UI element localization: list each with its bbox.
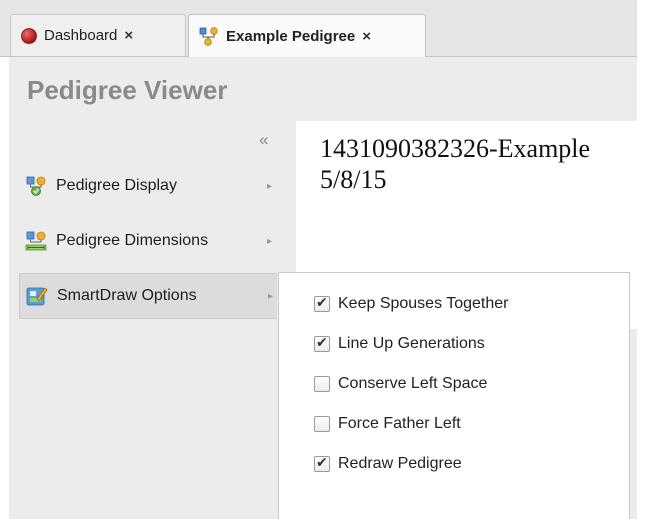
tab-example-pedigree-close-button[interactable]: × [362, 28, 371, 45]
main-area: Pedigree Viewer « Pedigree Display ▸ Ped… [9, 57, 645, 519]
sidebar-item-label: Pedigree Dimensions [56, 232, 209, 249]
sidebar-item-pedigree-display[interactable]: Pedigree Display ▸ [19, 163, 277, 209]
checkbox[interactable] [314, 376, 330, 392]
tab-example-pedigree[interactable]: Example Pedigree × [188, 14, 426, 57]
sidebar-item-pedigree-dimensions[interactable]: Pedigree Dimensions ▸ [19, 218, 277, 264]
smartdraw-options-panel: Keep Spouses Together Line Up Generation… [278, 272, 630, 519]
red-circle-icon [21, 27, 37, 44]
tab-bar: Dashboard × Example Pedigree × [0, 0, 637, 57]
option-label: Redraw Pedigree [338, 455, 462, 472]
option-label: Conserve Left Space [338, 375, 488, 392]
page-title: Pedigree Viewer [27, 75, 228, 105]
checkbox[interactable] [314, 416, 330, 432]
checkbox[interactable] [314, 334, 330, 352]
option-label: Force Father Left [338, 415, 461, 432]
option-line-up-generations[interactable]: Line Up Generations [314, 333, 485, 355]
option-label: Keep Spouses Together [338, 295, 509, 312]
tab-dashboard-close-button[interactable]: × [124, 27, 133, 44]
sidebar-item-label: Pedigree Display [56, 177, 177, 194]
smartdraw-icon [26, 287, 48, 306]
submenu-arrow-icon: ▸ [267, 180, 273, 192]
option-conserve-left-space[interactable]: Conserve Left Space [314, 373, 487, 395]
checkbox[interactable] [314, 294, 330, 312]
submenu-arrow-icon: ▸ [267, 235, 273, 247]
collapse-sidebar-button[interactable]: « [259, 130, 269, 150]
option-keep-spouses-together[interactable]: Keep Spouses Together [314, 293, 509, 315]
option-force-father-left[interactable]: Force Father Left [314, 413, 461, 435]
tab-example-pedigree-label: Example Pedigree [226, 27, 356, 45]
option-label: Line Up Generations [338, 335, 485, 352]
checkbox[interactable] [314, 454, 330, 472]
tab-dashboard-label: Dashboard [44, 27, 118, 44]
pedigree-display-icon [26, 176, 46, 196]
tab-dashboard[interactable]: Dashboard × [10, 14, 186, 56]
pedigree-name: 1431090382326-Example [320, 134, 591, 163]
option-redraw-pedigree[interactable]: Redraw Pedigree [314, 453, 462, 475]
submenu-arrow-icon: ▸ [268, 290, 274, 302]
pedigree-title: 1431090382326-Example 5/8/15 [320, 133, 590, 195]
pedigree-dimensions-icon [25, 231, 47, 251]
sidebar-item-smartdraw-options[interactable]: SmartDraw Options ▸ [19, 273, 277, 319]
pedigree-icon [199, 27, 218, 46]
sidebar-item-label: SmartDraw Options [57, 287, 197, 304]
pedigree-date: 5/8/15 [320, 165, 387, 194]
